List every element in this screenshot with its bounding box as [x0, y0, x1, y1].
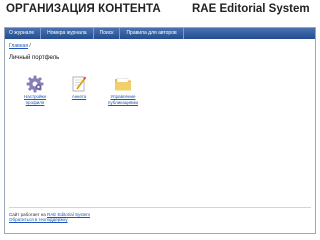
browser-page: О журнале Номера журнала Поиск Правила д…: [4, 27, 316, 234]
breadcrumb: Главная /: [9, 43, 31, 49]
document-pen-icon: [72, 76, 87, 92]
top-nav: О журнале Номера журнала Поиск Правила д…: [5, 28, 315, 39]
page-title: Личный портфель: [9, 55, 60, 61]
nav-item-search[interactable]: Поиск: [94, 28, 121, 39]
breadcrumb-separator: /: [29, 43, 31, 49]
tile-profile-settings[interactable]: Настройки профиля: [15, 75, 55, 105]
tile-label-line2[interactable]: публикациями: [103, 100, 143, 105]
breadcrumb-home-link[interactable]: Главная: [9, 43, 28, 49]
system-name: RAE Editorial System: [192, 3, 310, 15]
tile-questionnaire[interactable]: Анкета: [59, 75, 99, 99]
tile-label-line1[interactable]: Настройки: [15, 94, 55, 99]
support-link[interactable]: Обратиться в техподдержку: [9, 217, 90, 222]
nav-item-issues[interactable]: Номера журнала: [41, 28, 94, 39]
slide-header: ОРГАНИЗАЦИЯ КОНТЕНТА RAE Editorial Syste…: [0, 0, 320, 18]
slide-title: ОРГАНИЗАЦИЯ КОНТЕНТА: [6, 3, 161, 15]
tile-label-line1[interactable]: Анкета: [59, 94, 99, 99]
footer: Сайт работает на RAE Editorial System Об…: [9, 212, 90, 222]
footer-divider: [9, 207, 311, 208]
folder-icon: [115, 78, 131, 91]
gear-icon: [26, 75, 44, 93]
tile-label-line2[interactable]: профиля: [15, 100, 55, 105]
nav-item-about[interactable]: О журнале: [8, 28, 42, 39]
tile-publications-management[interactable]: Управление публикациями: [103, 75, 143, 105]
tile-label-line1[interactable]: Управление: [103, 94, 143, 99]
nav-item-author-rules[interactable]: Правила для авторов: [120, 28, 184, 39]
